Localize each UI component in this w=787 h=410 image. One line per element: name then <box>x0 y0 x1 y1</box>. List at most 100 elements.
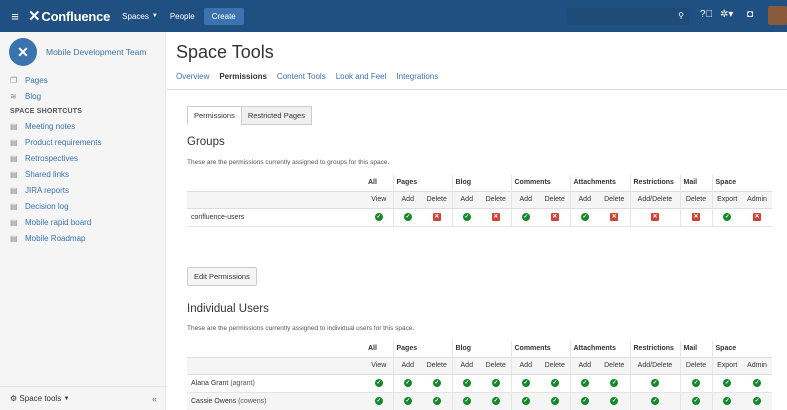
check-icon: ✓ <box>462 213 471 221</box>
cross-icon: ✕ <box>491 213 500 221</box>
space-header[interactable]: ✕ Mobile Development Team <box>0 32 165 72</box>
people-link[interactable]: People <box>170 12 195 21</box>
subtab-restricted-pages[interactable]: Restricted Pages <box>240 106 312 125</box>
table-row: Cassie Owens (cowens) ✓ ✓ ✓ ✓ ✓ ✓ ✓ ✓ ✓ ✓ ✓ ✓ ✓ <box>187 392 772 410</box>
permission-cell: ✓ <box>510 208 540 227</box>
subtab-permissions[interactable]: Permissions <box>187 106 242 125</box>
permissions-subtabs: Permissions Restricted Pages <box>187 106 312 125</box>
check-icon: ✓ <box>610 379 619 387</box>
check-icon: ✓ <box>432 397 441 405</box>
check-icon: ✓ <box>403 379 412 387</box>
column-header: Delete <box>540 356 570 375</box>
shortcut-list: ▤ Meeting notes ▤ Product requirements ▤ Retr… <box>0 118 165 246</box>
permission-cell: ✓ <box>679 392 712 410</box>
permission-cell: ✕ <box>629 208 680 227</box>
search-icon: ⚲ <box>678 11 684 20</box>
principal-name: Alana Grant <box>191 379 229 387</box>
check-icon: ✓ <box>374 379 383 387</box>
avatar[interactable] <box>768 6 787 25</box>
column-header: Delete <box>599 356 630 375</box>
tab-content-tools[interactable]: Content Tools <box>277 72 326 89</box>
help-icon[interactable]: ?⃝ <box>700 9 713 20</box>
tab-overview[interactable]: Overview <box>176 72 209 89</box>
main-content: Space Tools Overview Permissions Content… <box>167 32 787 410</box>
sidebar-item-shortcut[interactable]: ▤ Mobile rapid board <box>0 214 165 230</box>
space-tools-label: Space tools <box>19 394 62 403</box>
category-header: Mail <box>679 341 712 357</box>
category-header: Attachments <box>569 341 630 357</box>
sidebar-item-shortcut[interactable]: ▤ Mobile Roadmap <box>0 230 165 246</box>
check-icon: ✓ <box>550 397 559 405</box>
shortcut-page-icon: ▤ <box>10 121 18 131</box>
category-header: Restrictions <box>629 341 680 357</box>
column-header: Add <box>392 356 422 375</box>
chevron-down-icon: ▼ <box>151 13 158 19</box>
principal-name: Cassie Owens <box>191 397 237 405</box>
spaces-label: Spaces <box>122 11 149 21</box>
permission-cell: ✕ <box>540 208 570 227</box>
column-header: Delete <box>422 356 452 375</box>
tab-permissions[interactable]: Permissions <box>219 72 267 89</box>
column-header: Add <box>451 356 481 375</box>
column-header: Delete <box>599 190 630 209</box>
header-spacer <box>187 356 365 375</box>
column-header: Delete <box>679 356 712 375</box>
sidebar-item-label: Mobile rapid board <box>25 217 92 227</box>
gear-icon[interactable]: ✲▾ <box>720 9 733 20</box>
sidebar-item-label: Pages <box>25 75 48 85</box>
permission-cell: ✓ <box>481 374 511 393</box>
menu-icon[interactable]: ≡ <box>4 9 26 24</box>
category-header: Pages <box>392 175 452 191</box>
permission-cell: ✓ <box>569 392 599 410</box>
create-button[interactable]: Create <box>203 7 244 25</box>
column-header: Add <box>510 356 540 375</box>
check-icon: ✓ <box>580 213 589 221</box>
space-name[interactable]: Mobile Development Team <box>46 47 146 57</box>
sidebar-item-shortcut[interactable]: ▤ Shared links <box>0 166 165 182</box>
search-input[interactable]: ⚲ <box>566 8 689 25</box>
users-permissions-table: All Pages Blog Comments Attachments Restricti… <box>187 341 772 410</box>
notifications-icon[interactable]: ◘ <box>747 9 753 20</box>
column-header: Add/Delete <box>629 356 680 375</box>
check-icon: ✓ <box>753 379 761 387</box>
column-header: View <box>365 356 393 375</box>
space-shortcuts-heading: SPACE SHORTCUTS <box>10 108 83 115</box>
sidebar-item-blog[interactable]: ≋ Blog <box>0 88 165 104</box>
check-icon: ✓ <box>374 213 383 221</box>
space-tools-menu[interactable]: ⚙ Space tools ▼ « <box>0 386 166 410</box>
tab-integrations[interactable]: Integrations <box>396 72 438 89</box>
permission-cell: ✓ <box>742 392 772 410</box>
permission-cell: ✓ <box>451 374 481 393</box>
cross-icon: ✕ <box>692 213 700 221</box>
check-icon: ✓ <box>651 397 659 405</box>
sidebar-item-shortcut[interactable]: ▤ Product requirements <box>0 134 165 150</box>
pages-icon: ❐ <box>10 75 18 85</box>
permission-cell: ✓ <box>451 208 481 227</box>
check-icon: ✓ <box>723 379 732 387</box>
sidebar-item-shortcut[interactable]: ▤ Retrospectives <box>0 150 165 166</box>
category-header-row: All Pages Blog Comments Attachments Restricti… <box>187 341 772 357</box>
top-nav: ≡ ✕ Confluence Spaces ▼ People Create ⚲ ?⃝… <box>0 0 787 32</box>
edit-permissions-button[interactable]: Edit Permissions <box>187 267 257 286</box>
row-name: Alana Grant (agrant) <box>187 374 365 393</box>
collapse-sidebar-icon[interactable]: « <box>152 394 157 404</box>
check-icon: ✓ <box>462 397 471 405</box>
sidebar-item-shortcut[interactable]: ▤ JIRA reports <box>0 182 165 198</box>
category-header: Comments <box>510 341 570 357</box>
shortcut-page-icon: ▤ <box>10 201 18 211</box>
category-header: All <box>368 179 377 187</box>
tab-look-and-feel[interactable]: Look and Feel <box>336 72 387 89</box>
permission-cell: ✓ <box>711 392 742 410</box>
check-icon: ✓ <box>753 397 761 405</box>
permission-cell: ✓ <box>711 208 742 227</box>
category-header: Pages <box>392 341 452 357</box>
category-header: All <box>368 345 377 353</box>
permission-cell: ✓ <box>540 392 570 410</box>
sidebar-item-shortcut[interactable]: ▤ Decision log <box>0 198 165 214</box>
sidebar-item-pages[interactable]: ❐ Pages <box>0 72 165 88</box>
spaces-menu[interactable]: Spaces ▼ <box>122 12 158 21</box>
column-header: Delete <box>540 190 570 209</box>
confluence-logo[interactable]: ✕ Confluence <box>28 7 110 25</box>
permission-cell: ✓ <box>365 374 393 393</box>
sidebar-item-shortcut[interactable]: ▤ Meeting notes <box>0 118 165 134</box>
